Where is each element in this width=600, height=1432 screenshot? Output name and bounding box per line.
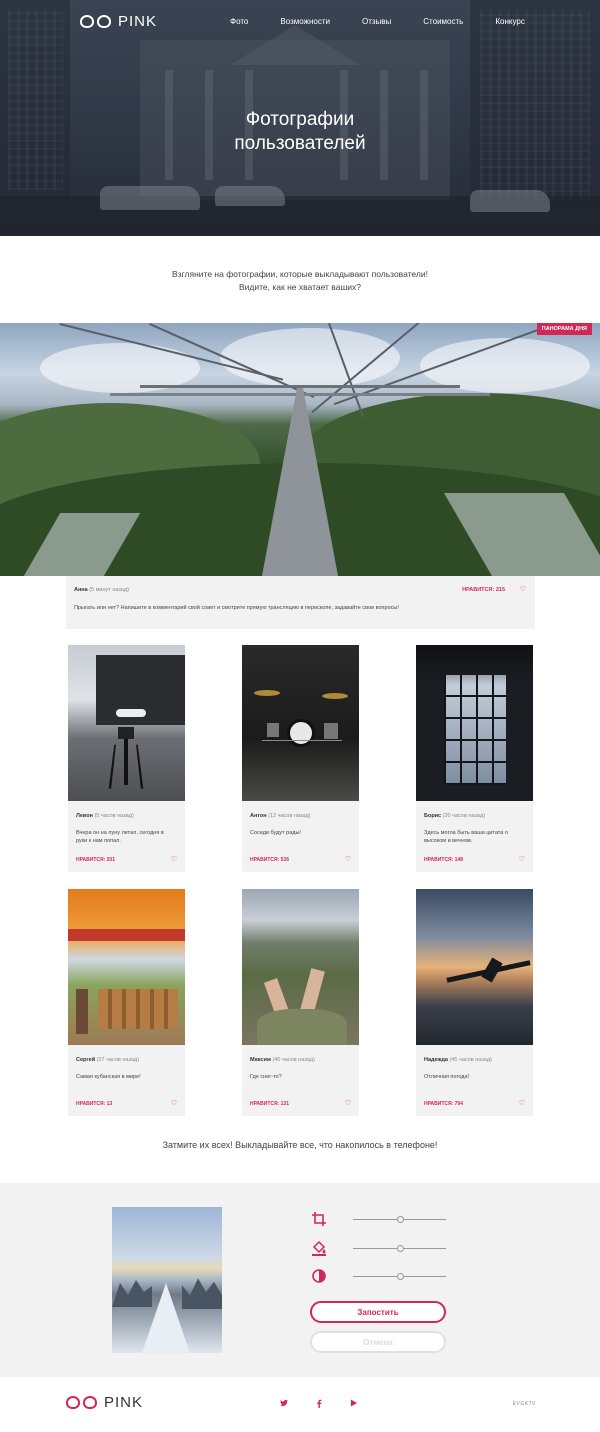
nav-item-price[interactable]: Стоимость	[423, 17, 463, 26]
likes-count: НРАВИТСЯ: 131	[250, 1101, 289, 1107]
youtube-icon[interactable]	[350, 1399, 357, 1409]
likes-count: НРАВИТСЯ: 201	[76, 857, 115, 863]
photo-card: Максим (40 часов назад) Где снег-то? НРА…	[242, 889, 359, 1116]
cancel-button[interactable]: Отмена	[310, 1331, 446, 1353]
post-time: (5 минут назад)	[89, 587, 129, 593]
fill-slider[interactable]	[353, 1244, 446, 1252]
card-author: Борис (20 часов назад)	[424, 813, 485, 819]
heart-icon[interactable]: ♡	[171, 1099, 177, 1107]
panorama-text: Прыгать или нет? Напишите в комментарий …	[74, 605, 399, 611]
crop-icon	[310, 1210, 328, 1228]
photo-card: Надежда (45 часов назад) Отличная погода…	[416, 889, 533, 1116]
card-text: Соседи будут рады!	[250, 830, 301, 836]
nav-item-features[interactable]: Возможности	[280, 17, 330, 26]
likes-count: НРАВИТСЯ: 215	[462, 587, 505, 593]
heart-icon[interactable]: ♡	[519, 1099, 525, 1107]
card-text: Отличная погода!	[424, 1074, 470, 1080]
slider-knob[interactable]	[396, 1215, 404, 1223]
heart-icon[interactable]: ♡	[345, 1099, 351, 1107]
nav-item-contest[interactable]: Конкурс	[495, 17, 524, 26]
likes-count: НРАВИТСЯ: 148	[424, 857, 463, 863]
photo-card-image[interactable]	[416, 645, 533, 801]
panorama-caption: Анна (5 минут назад) НРАВИТСЯ: 215 ♡ Пры…	[66, 576, 535, 629]
glasses-logo-icon	[80, 12, 114, 30]
nav-item-reviews[interactable]: Отзывы	[362, 17, 391, 26]
intro-line1: Взгляните на фотографии, которые выклады…	[172, 269, 428, 279]
post-time: (12 часов назад)	[268, 813, 311, 819]
contrast-control[interactable]	[310, 1267, 446, 1285]
author-name: Левон	[76, 813, 93, 819]
likes-count: НРАВИТСЯ: 536	[250, 857, 289, 863]
heart-icon[interactable]: ♡	[519, 855, 525, 863]
post-button[interactable]: Запостить	[310, 1301, 446, 1323]
page-title: Фотографии пользователей	[0, 108, 600, 156]
post-time: (20 часов назад)	[442, 813, 486, 819]
photo-card: Антон (12 часов назад) Соседи будут рады…	[242, 645, 359, 872]
footer: PINK EVGKTV	[0, 1377, 600, 1432]
editor-preview-image	[112, 1207, 222, 1353]
likes-count: НРАВИТСЯ: 13	[76, 1101, 113, 1107]
facebook-icon[interactable]	[316, 1399, 322, 1410]
post-time: (5 часов назад)	[94, 813, 134, 819]
card-author: Сергей (27 часов назад)	[76, 1057, 139, 1063]
likes-count: НРАВИТСЯ: 794	[424, 1101, 463, 1107]
slider-knob[interactable]	[396, 1272, 404, 1280]
card-author: Надежда (45 часов назад)	[424, 1057, 492, 1063]
panorama-author: Анна (5 минут назад)	[74, 587, 129, 593]
author-name: Максим	[250, 1057, 271, 1063]
photo-card: Левон (5 часов назад) Вчера он на луну л…	[68, 645, 185, 872]
heart-icon[interactable]: ♡	[520, 585, 526, 593]
photo-card: Борис (20 часов назад) Здесь могла быть …	[416, 645, 533, 872]
card-author: Максим (40 часов назад)	[250, 1057, 315, 1063]
fill-icon	[310, 1239, 328, 1257]
post-time: (27 часов назад)	[96, 1057, 140, 1063]
logo[interactable]: PINK	[80, 12, 157, 30]
card-author: Антон (12 часов назад)	[250, 813, 311, 819]
photo-card-image[interactable]	[68, 889, 185, 1045]
crop-control[interactable]	[310, 1210, 446, 1228]
card-text: Здесь могла быть ваша цитата о высоком и…	[424, 830, 508, 844]
twitter-icon[interactable]	[280, 1399, 288, 1409]
photo-card-image[interactable]	[416, 889, 533, 1045]
card-text: Где снег-то?	[250, 1074, 282, 1080]
author-name: Борис	[424, 813, 442, 819]
nav-item-photo[interactable]: Фото	[230, 17, 248, 26]
post-time: (40 часов назад)	[272, 1057, 315, 1063]
panorama-photo[interactable]	[0, 323, 600, 576]
crop-slider[interactable]	[353, 1215, 446, 1223]
card-text: Вчера он на луну летал, сегодня в руки к…	[76, 830, 164, 844]
slider-knob[interactable]	[396, 1244, 404, 1252]
author-credit[interactable]: EVGKTV	[513, 1401, 536, 1407]
heart-icon[interactable]: ♡	[171, 855, 177, 863]
intro-line2: Видите, как не хватает ваших?	[239, 282, 361, 292]
photo-card-image[interactable]	[242, 645, 359, 801]
contrast-icon	[310, 1267, 328, 1285]
contrast-slider[interactable]	[353, 1272, 446, 1280]
upload-tagline: Затмите их всех! Выкладывайте все, что н…	[162, 1140, 438, 1150]
page-title-line1: Фотографии	[245, 109, 355, 130]
author-name: Антон	[250, 813, 267, 819]
photo-card-image[interactable]	[242, 889, 359, 1045]
author-name: Надежда	[424, 1057, 448, 1063]
fill-control[interactable]	[310, 1239, 446, 1257]
logo-text: PINK	[104, 1393, 144, 1411]
footer-logo[interactable]: PINK	[66, 1393, 143, 1411]
main-nav: Фото Возможности Отзывы Стоимость Конкур…	[230, 17, 557, 26]
page-title-line2: пользователей	[234, 133, 366, 154]
card-author: Левон (5 часов назад)	[76, 813, 134, 819]
hero-header: PINK Фото Возможности Отзывы Стоимость К…	[0, 0, 600, 236]
author-name: Анна	[74, 587, 88, 593]
glasses-logo-icon	[66, 1393, 100, 1411]
photo-card-image[interactable]	[68, 645, 185, 801]
photo-card: Сергей (27 часов назад) Самая кубанская …	[68, 889, 185, 1116]
post-time: (45 часов назад)	[449, 1057, 492, 1063]
card-text: Самая кубанская в мире!	[76, 1074, 141, 1080]
intro-text: Взгляните на фотографии, которые выклады…	[0, 268, 600, 294]
heart-icon[interactable]: ♡	[345, 855, 351, 863]
logo-text: PINK	[118, 12, 158, 30]
photo-editor	[0, 1183, 600, 1377]
author-name: Сергей	[76, 1057, 96, 1063]
panorama-badge: панорама дня	[536, 323, 592, 335]
